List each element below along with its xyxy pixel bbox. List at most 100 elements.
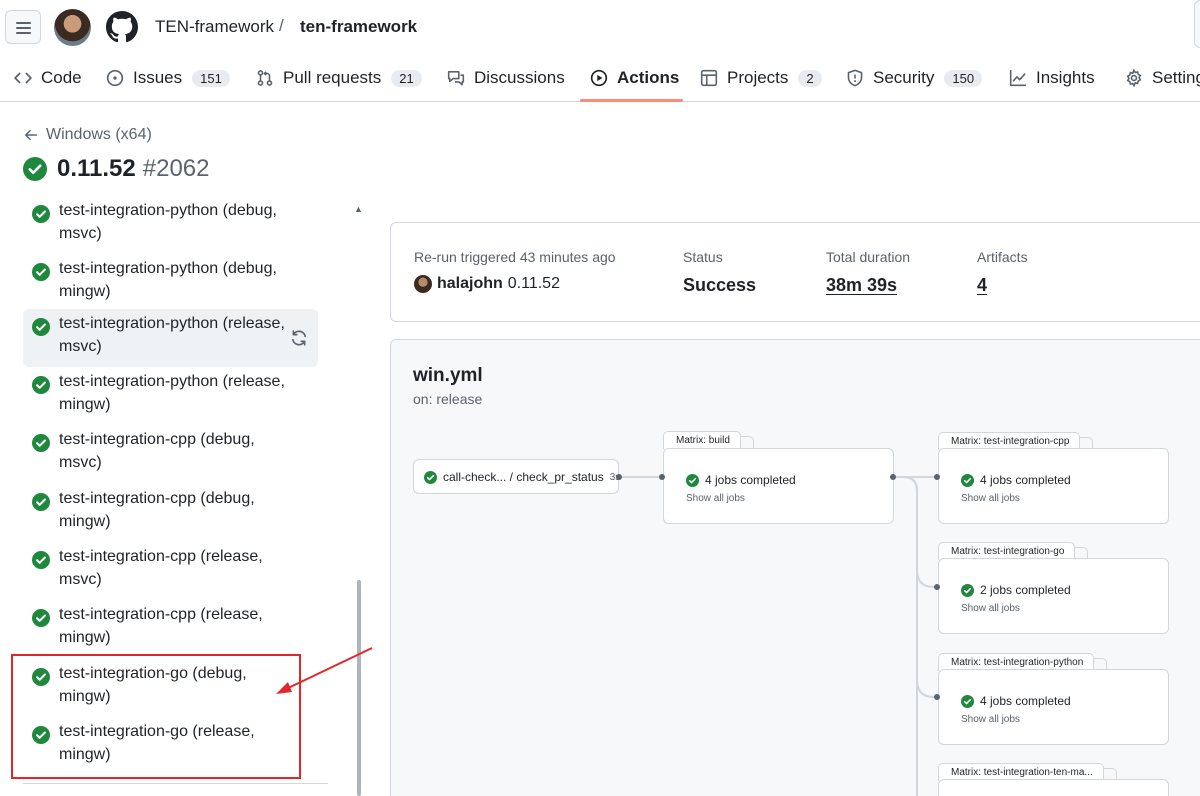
matrix-title-tab: Matrix: build	[663, 431, 754, 451]
job-item[interactable]: test-integration-cpp (release, msvc)	[23, 542, 318, 600]
matrix-node-build[interactable]: 4 jobs completed Show all jobs	[663, 448, 894, 524]
tab-label: Code	[41, 68, 82, 87]
show-all-jobs-link[interactable]: Show all jobs	[961, 603, 1020, 614]
actor-avatar[interactable]	[414, 275, 432, 293]
breadcrumb-separator: /	[279, 16, 284, 35]
job-name: test-integration-cpp (debug, mingw)	[59, 490, 255, 530]
check-circle-fill-icon	[32, 205, 50, 223]
github-logo-icon[interactable]	[106, 11, 138, 43]
tab-issues[interactable]: Issues 151	[106, 54, 230, 102]
tab-code[interactable]: Code	[14, 54, 82, 102]
tab-label: Projects	[727, 68, 789, 87]
check-circle-fill-icon	[32, 376, 50, 394]
breadcrumb-owner-link[interactable]: TEN-framework	[155, 17, 274, 37]
check-circle-fill-icon	[32, 434, 50, 452]
job-item[interactable]: test-integration-python (debug, mingw)	[23, 254, 318, 312]
tab-label: Actions	[617, 68, 680, 87]
active-tab-underline	[580, 99, 683, 102]
connector-dot	[659, 474, 665, 480]
back-to-workflow-link[interactable]: Windows (x64)	[24, 126, 152, 144]
check-circle-fill-icon	[32, 551, 50, 569]
actor-ref: 0.11.52	[507, 275, 560, 292]
pull-requests-count-badge: 21	[391, 69, 422, 87]
graph-icon	[1009, 69, 1027, 87]
matrix-summary: 2 jobs completed	[980, 583, 1071, 597]
workflow-trigger: on: release	[413, 391, 483, 407]
check-circle-fill-icon	[23, 157, 47, 181]
job-node-name: call-check... / check_pr_status	[443, 470, 604, 484]
check-circle-fill-icon	[32, 263, 50, 281]
table-icon	[700, 69, 718, 87]
job-name: test-integration-cpp (release, msvc)	[59, 548, 263, 588]
artifacts-link[interactable]: 4	[977, 275, 987, 296]
annotation-highlight-box	[11, 654, 301, 779]
git-pull-request-icon	[257, 70, 273, 86]
matrix-summary: 4 jobs completed	[705, 473, 796, 487]
job-item[interactable]: test-integration-cpp (debug, msvc)	[23, 425, 318, 483]
status-value: Success	[683, 275, 757, 295]
connector-dot	[890, 474, 896, 480]
run-summary-card: Re-run triggered 43 minutes ago halajohn…	[390, 222, 1200, 322]
arrow-left-icon	[25, 129, 37, 141]
workflow-job-node[interactable]: call-check... / check_pr_status 3s	[413, 459, 620, 494]
tab-settings[interactable]: Settings	[1125, 54, 1200, 102]
tab-projects[interactable]: Projects 2	[700, 54, 822, 102]
connector-dot	[616, 474, 622, 480]
job-item-selected[interactable]: test-integration-python (release, msvc)	[23, 309, 318, 367]
job-item[interactable]: test-integration-python (debug, msvc)	[23, 196, 318, 254]
user-avatar[interactable]	[54, 9, 91, 46]
tab-label: Settings	[1152, 68, 1200, 87]
job-name: test-integration-python (release, msvc)	[59, 315, 285, 355]
issue-opened-icon	[106, 69, 124, 87]
trigger-label: Re-run triggered 43 minutes ago	[414, 249, 616, 265]
tab-label: Insights	[1036, 68, 1095, 87]
show-all-jobs-link[interactable]: Show all jobs	[961, 493, 1020, 504]
check-circle-fill-icon	[961, 473, 974, 487]
breadcrumb-repo-link[interactable]: ten-framework	[300, 17, 417, 37]
check-circle-fill-icon	[686, 473, 699, 487]
show-all-jobs-link[interactable]: Show all jobs	[961, 714, 1020, 725]
artifacts-label: Artifacts	[977, 249, 1028, 265]
hamburger-menu-button[interactable]	[5, 10, 41, 44]
check-circle-fill-icon	[424, 470, 437, 484]
job-name: test-integration-cpp (release, mingw)	[59, 606, 263, 646]
job-node-row: call-check... / check_pr_status 3s	[424, 460, 620, 494]
connector-dot	[934, 474, 940, 480]
gear-icon	[1126, 69, 1142, 87]
sync-icon[interactable]	[290, 329, 308, 347]
tab-security[interactable]: Security 150	[846, 54, 983, 102]
scroll-up-arrow[interactable]: ▲	[354, 204, 363, 214]
tab-insights[interactable]: Insights	[1009, 54, 1095, 102]
issues-count-badge: 151	[192, 69, 230, 87]
tab-discussions[interactable]: Discussions	[447, 54, 565, 102]
run-version: 0.11.52	[57, 155, 136, 182]
workflow-file-name[interactable]: win.yml	[413, 365, 483, 387]
matrix-node-test-integration-ten-manager[interactable]	[938, 779, 1169, 796]
check-circle-fill-icon	[961, 583, 974, 597]
job-item[interactable]: test-integration-python (release, mingw)	[23, 367, 318, 425]
tab-actions[interactable]: Actions	[590, 54, 679, 102]
actor-name[interactable]: halajohn	[437, 275, 503, 293]
show-all-jobs-link[interactable]: Show all jobs	[686, 493, 745, 504]
back-link-label: Windows (x64)	[46, 126, 152, 143]
side-panel-edge[interactable]	[1194, 0, 1200, 48]
matrix-node-test-integration-python[interactable]: 4 jobs completed Show all jobs	[938, 669, 1169, 745]
job-name: test-integration-python (debug, msvc)	[59, 202, 277, 242]
duration-link[interactable]: 38m 39s	[826, 275, 897, 296]
play-icon	[590, 69, 608, 87]
duration-label: Total duration	[826, 249, 911, 265]
code-icon	[14, 72, 32, 84]
check-circle-fill-icon	[32, 318, 50, 336]
trigger-actor: halajohn 0.11.52	[414, 275, 560, 293]
matrix-node-test-integration-go[interactable]: 2 jobs completed Show all jobs	[938, 558, 1169, 634]
status-label: Status	[683, 249, 723, 265]
check-circle-fill-icon	[32, 493, 50, 511]
job-name: test-integration-cpp (debug, msvc)	[59, 431, 255, 471]
tab-pull-requests[interactable]: Pull requests 21	[256, 54, 422, 102]
matrix-node-test-integration-cpp[interactable]: 4 jobs completed Show all jobs	[938, 448, 1169, 524]
job-item[interactable]: test-integration-cpp (debug, mingw)	[23, 484, 318, 542]
tab-label: Discussions	[474, 68, 565, 87]
tab-label: Security	[873, 68, 935, 87]
matrix-summary-row: 2 jobs completed	[961, 583, 1071, 597]
matrix-summary-row: 4 jobs completed	[961, 473, 1071, 487]
